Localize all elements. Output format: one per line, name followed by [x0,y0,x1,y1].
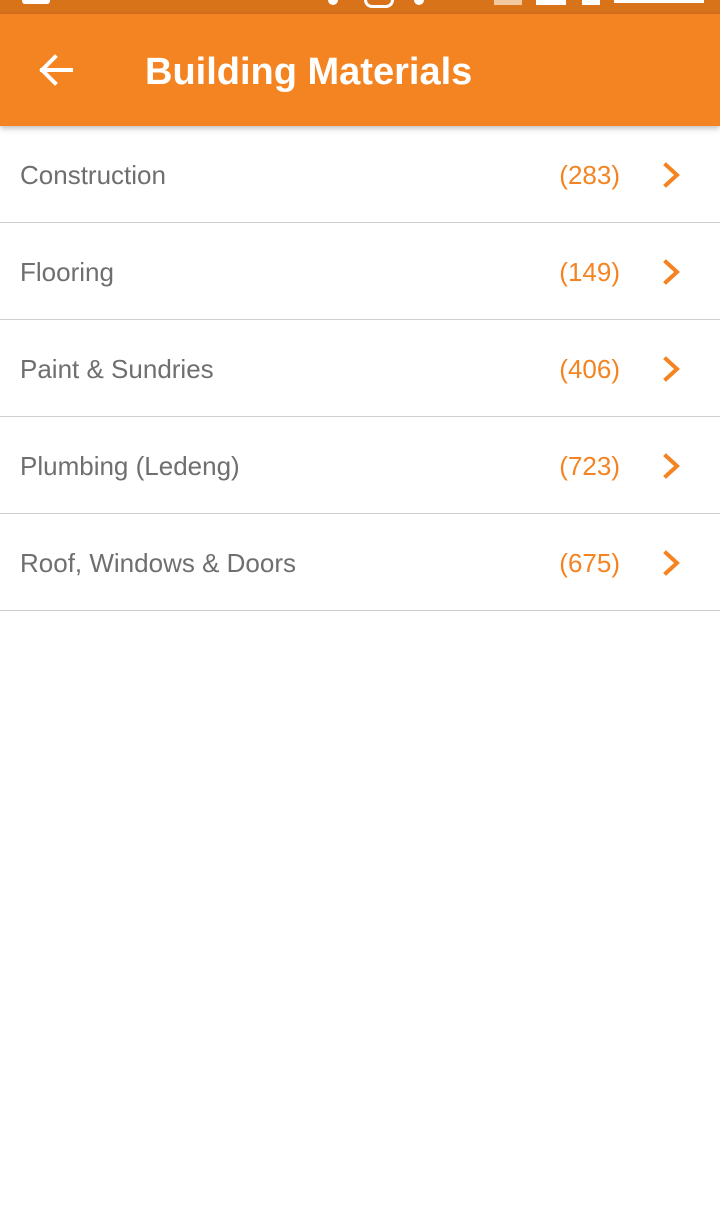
status-bar [0,0,720,14]
battery-icon [582,0,600,5]
category-row-plumbing[interactable]: Plumbing (Ledeng) (723) [0,417,720,514]
category-label: Roof, Windows & Doors [20,548,296,578]
signal-icon-1 [494,0,522,5]
category-row-roof-windows-doors[interactable]: Roof, Windows & Doors (675) [0,514,720,611]
category-count: (149) [559,257,620,287]
notification-icon [22,0,50,4]
category-label: Flooring [20,257,114,287]
category-count: (723) [559,451,620,481]
arrow-left-icon [39,54,73,86]
download-icon [414,0,424,5]
chevron-right-icon [663,259,680,285]
category-count: (406) [559,354,620,384]
chevron-right-icon [663,550,680,576]
category-label: Construction [20,160,166,190]
chevron-right-icon [663,356,680,382]
chevron-right-icon [663,162,680,188]
app-bar: Building Materials [0,14,720,126]
category-count: (675) [559,548,620,578]
clock-text [614,0,704,3]
page-title: Building Materials [145,51,473,93]
back-button[interactable] [24,42,88,98]
chevron-right-icon [663,453,680,479]
category-label: Plumbing (Ledeng) [20,451,240,481]
category-count: (283) [559,160,620,190]
category-row-construction[interactable]: Construction (283) [0,126,720,223]
signal-icon-2 [536,0,566,5]
category-label: Paint & Sundries [20,354,214,384]
category-list: Construction (283) Flooring (149) Paint … [0,126,720,611]
alarm-icon [364,0,394,8]
category-row-flooring[interactable]: Flooring (149) [0,223,720,320]
location-icon [328,0,338,5]
category-row-paint-sundries[interactable]: Paint & Sundries (406) [0,320,720,417]
